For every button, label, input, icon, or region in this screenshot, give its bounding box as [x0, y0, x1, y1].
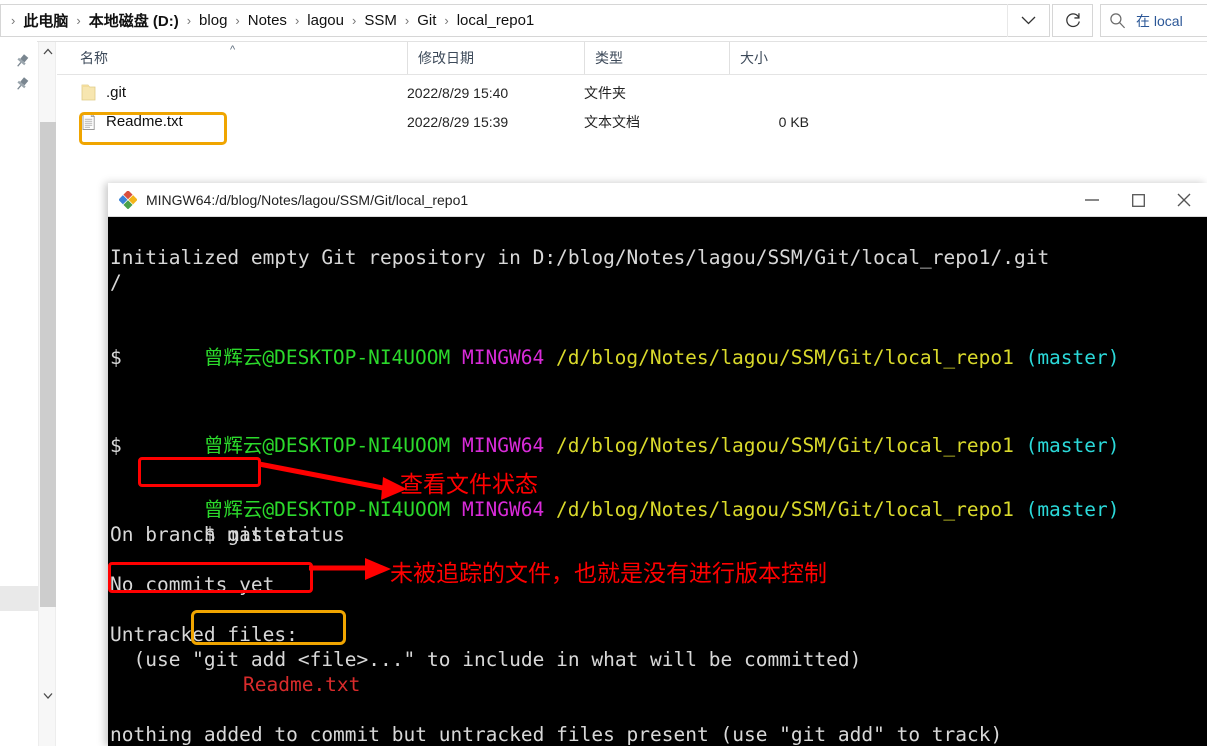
minimize-button[interactable] — [1069, 183, 1115, 217]
file-size-cell — [729, 78, 809, 107]
terminal-line-untracked-file: Readme.txt — [243, 673, 361, 696]
maximize-icon — [1131, 193, 1145, 207]
chevron-up-icon — [43, 48, 53, 54]
terminal-line-init: Initialized empty Git repository in D:/b… — [110, 246, 1050, 269]
prompt-shell: MINGW64 — [462, 498, 545, 521]
terminal-line-init-wrap: / — [110, 271, 122, 294]
pin-icon[interactable] — [14, 53, 30, 69]
breadcrumb-item-this-pc[interactable]: 此电脑 — [18, 8, 73, 33]
search-input[interactable]: 在 local — [1136, 11, 1183, 31]
column-header-size[interactable]: 大小 — [729, 42, 832, 74]
prompt-branch: (master) — [1025, 346, 1120, 369]
address-dropdown-button[interactable] — [1007, 4, 1049, 37]
refresh-icon — [1065, 12, 1080, 27]
file-type-cell: 文件夹 — [584, 84, 626, 101]
terminal-line-untracked-hint: (use "git add <file>..." to include in w… — [110, 648, 862, 671]
breadcrumb-item-notes[interactable]: Notes — [243, 10, 292, 31]
prompt-path: /d/blog/Notes/lagou/SSM/Git/local_repo1 — [555, 434, 1014, 457]
navigation-scrollbar[interactable] — [38, 42, 56, 746]
navigation-selected-row — [0, 586, 38, 611]
breadcrumb-separator-1: › — [76, 13, 81, 28]
refresh-button[interactable] — [1052, 4, 1093, 37]
annotation-text-untracked: 未被追踪的文件，也就是没有进行版本控制 — [390, 561, 827, 587]
file-type-cell: 文本文档 — [584, 113, 640, 130]
terminal-output[interactable]: Initialized empty Git repository in D:/b… — [108, 217, 1207, 746]
close-button[interactable] — [1161, 183, 1207, 217]
file-date-cell: 2022/8/29 15:39 — [407, 113, 509, 130]
terminal-line-nothing-added: nothing added to commit but untracked fi… — [110, 723, 1003, 746]
prompt-branch: (master) — [1025, 434, 1120, 457]
scroll-up-button[interactable] — [39, 42, 57, 60]
prompt-path: /d/blog/Notes/lagou/SSM/Git/local_repo1 — [555, 498, 1014, 521]
address-bar: › 此电脑 › 本地磁盘 (D:) › blog › Notes › lagou… — [0, 0, 1207, 42]
terminal-title-bar[interactable]: MINGW64:/d/blog/Notes/lagou/SSM/Git/loca… — [108, 183, 1207, 217]
terminal-prompt-sigil: $ — [110, 346, 122, 369]
terminal-line-no-commits: No commits yet — [110, 573, 275, 596]
column-header-date[interactable]: 修改日期 — [407, 42, 584, 74]
breadcrumb-item-git[interactable]: Git — [412, 10, 441, 31]
terminal-line-on-branch: On branch master — [110, 523, 298, 546]
breadcrumb-separator-4: › — [294, 13, 300, 28]
breadcrumb-item-local-repo1[interactable]: local_repo1 — [452, 10, 540, 31]
minimize-icon — [1085, 199, 1099, 201]
scroll-down-button[interactable] — [39, 686, 57, 704]
search-box[interactable]: 在 local — [1100, 4, 1207, 37]
terminal-line-untracked-header: Untracked files: — [110, 623, 298, 646]
terminal-prompt-line: 曾辉云@DESKTOP-NI4UOOM MINGW64 /d/blog/Note… — [110, 320, 1120, 395]
annotation-text-status: 查看文件状态 — [400, 472, 538, 498]
file-name-text: .git — [106, 84, 127, 101]
terminal-title-text: MINGW64:/d/blog/Notes/lagou/SSM/Git/loca… — [146, 191, 469, 208]
breadcrumb-item-ssm[interactable]: SSM — [359, 10, 402, 31]
file-date-cell: 2022/8/29 15:40 — [407, 84, 509, 101]
search-icon — [1110, 13, 1126, 29]
prompt-user: 曾辉云@DESKTOP-NI4UOOM — [203, 434, 451, 457]
git-bash-window: MINGW64:/d/blog/Notes/lagou/SSM/Git/loca… — [108, 183, 1207, 746]
scrollbar-thumb[interactable] — [40, 122, 56, 607]
chevron-down-icon — [43, 692, 53, 699]
breadcrumb-separator-5: › — [351, 13, 357, 28]
prompt-shell: MINGW64 — [462, 434, 545, 457]
breadcrumb-item-lagou[interactable]: lagou — [302, 10, 349, 31]
terminal-prompt-sigil: $ — [110, 434, 122, 457]
table-row[interactable]: Readme.txt 2022/8/29 15:39 文本文档 0 KB — [57, 107, 1207, 136]
prompt-shell: MINGW64 — [462, 346, 545, 369]
breadcrumb: › 此电脑 › 本地磁盘 (D:) › blog › Notes › lagou… — [8, 0, 539, 41]
git-bash-icon — [119, 190, 137, 209]
close-icon — [1177, 193, 1191, 207]
prompt-user: 曾辉云@DESKTOP-NI4UOOM — [203, 346, 451, 369]
file-name-cell[interactable]: .git — [80, 78, 126, 107]
breadcrumb-separator-7: › — [444, 13, 449, 28]
text-file-icon — [82, 112, 96, 130]
sort-indicator-icon: ^ — [230, 44, 236, 56]
file-list: .git 2022/8/29 15:40 文件夹 Readme.txt 2022… — [57, 78, 1207, 136]
table-row[interactable]: .git 2022/8/29 15:40 文件夹 — [57, 78, 1207, 107]
column-header-type[interactable]: 类型 — [584, 42, 729, 74]
maximize-button[interactable] — [1115, 183, 1161, 217]
breadcrumb-separator-3: › — [235, 13, 240, 28]
folder-icon — [81, 84, 96, 101]
breadcrumb-separator-0: › — [11, 13, 16, 28]
breadcrumb-separator-2: › — [186, 13, 192, 28]
navigation-pane — [0, 41, 37, 746]
pin-icon[interactable] — [14, 76, 30, 92]
breadcrumb-separator-6: › — [404, 13, 410, 28]
screen: › 此电脑 › 本地磁盘 (D:) › blog › Notes › lagou… — [0, 0, 1207, 746]
chevron-down-icon — [1021, 16, 1036, 25]
breadcrumb-item-local-disk[interactable]: 本地磁盘 (D:) — [84, 8, 184, 33]
file-size-cell: 0 KB — [778, 113, 809, 130]
prompt-branch: (master) — [1025, 498, 1120, 521]
file-name-text: Readme.txt — [106, 113, 183, 130]
breadcrumb-item-blog[interactable]: blog — [194, 10, 232, 31]
prompt-path: /d/blog/Notes/lagou/SSM/Git/local_repo1 — [555, 346, 1014, 369]
file-name-cell[interactable]: Readme.txt — [80, 107, 183, 136]
